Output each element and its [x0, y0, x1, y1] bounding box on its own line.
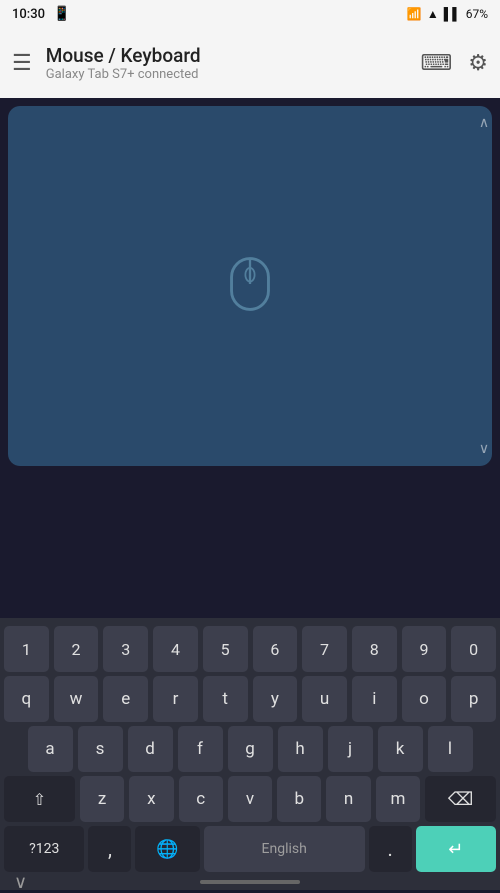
signal-icon: ▌▌: [444, 7, 461, 21]
key-8[interactable]: 8: [352, 626, 397, 672]
zxcv-row: ⇧ z x c v b n m ⌫: [0, 776, 500, 822]
settings-icon[interactable]: ⚙: [468, 51, 488, 76]
key-4[interactable]: 4: [153, 626, 198, 672]
delete-key[interactable]: ⌫: [425, 776, 496, 822]
bluetooth-icon: 📶: [407, 7, 422, 21]
key-5[interactable]: 5: [203, 626, 248, 672]
space-key[interactable]: English: [204, 826, 365, 872]
menu-icon[interactable]: ☰: [12, 51, 32, 76]
key-c[interactable]: c: [179, 776, 223, 822]
mouse-cursor-icon: [225, 254, 275, 318]
key-t[interactable]: t: [203, 676, 248, 722]
qwerty-row: q w e r t y u i o p: [0, 676, 500, 722]
key-x[interactable]: x: [129, 776, 173, 822]
sym-key[interactable]: ?123: [4, 826, 84, 872]
key-f[interactable]: f: [178, 726, 223, 772]
key-2[interactable]: 2: [54, 626, 99, 672]
key-k[interactable]: k: [378, 726, 423, 772]
enter-key[interactable]: ↵: [416, 826, 496, 872]
key-i[interactable]: i: [352, 676, 397, 722]
key-d[interactable]: d: [128, 726, 173, 772]
trackpad[interactable]: ∧ ∨: [8, 106, 492, 466]
key-s[interactable]: s: [78, 726, 123, 772]
key-n[interactable]: n: [326, 776, 370, 822]
key-6[interactable]: 6: [253, 626, 298, 672]
app-title: Mouse / Keyboard: [46, 44, 407, 67]
home-indicator: [200, 880, 300, 884]
battery-percent: 67%: [466, 7, 488, 21]
key-h[interactable]: h: [278, 726, 323, 772]
key-r[interactable]: r: [153, 676, 198, 722]
status-right: 📶 ▲ ▌▌ 67%: [407, 7, 488, 21]
app-bar-actions: ⌨ ⚙: [421, 51, 489, 76]
key-g[interactable]: g: [228, 726, 273, 772]
asdf-row: a s d f g h j k l: [0, 726, 500, 772]
keyboard-icon[interactable]: ⌨: [421, 51, 453, 76]
period-key[interactable]: .: [369, 826, 412, 872]
scroll-up-arrow: ∧: [479, 116, 489, 130]
key-l[interactable]: l: [428, 726, 473, 772]
key-o[interactable]: o: [402, 676, 447, 722]
keyboard: 1 2 3 4 5 6 7 8 9 0 q w e r t y u i o p …: [0, 618, 500, 890]
key-p[interactable]: p: [451, 676, 496, 722]
key-u[interactable]: u: [302, 676, 347, 722]
globe-key[interactable]: 🌐: [135, 826, 199, 872]
status-bar: 10:30 📱 📶 ▲ ▌▌ 67%: [0, 0, 500, 28]
key-a[interactable]: a: [28, 726, 73, 772]
key-1[interactable]: 1: [4, 626, 49, 672]
bottom-bar: ∨: [0, 876, 500, 890]
shift-key[interactable]: ⇧: [4, 776, 75, 822]
key-e[interactable]: e: [103, 676, 148, 722]
key-m[interactable]: m: [376, 776, 420, 822]
key-9[interactable]: 9: [402, 626, 447, 672]
trackpad-scrollbar: ∧ ∨: [482, 116, 486, 456]
status-time: 10:30: [12, 7, 45, 22]
key-j[interactable]: j: [328, 726, 373, 772]
chevron-down-icon[interactable]: ∨: [14, 872, 27, 893]
key-q[interactable]: q: [4, 676, 49, 722]
key-z[interactable]: z: [80, 776, 124, 822]
comma-key[interactable]: ,: [88, 826, 131, 872]
number-row: 1 2 3 4 5 6 7 8 9 0: [0, 626, 500, 672]
key-7[interactable]: 7: [302, 626, 347, 672]
key-w[interactable]: w: [54, 676, 99, 722]
key-b[interactable]: b: [277, 776, 321, 822]
wifi-icon: ▲: [427, 7, 439, 21]
app-bar-titles: Mouse / Keyboard Galaxy Tab S7+ connecte…: [46, 44, 407, 82]
app-bar: ☰ Mouse / Keyboard Galaxy Tab S7+ connec…: [0, 28, 500, 98]
key-3[interactable]: 3: [103, 626, 148, 672]
key-v[interactable]: v: [228, 776, 272, 822]
status-left: 10:30 📱: [12, 6, 70, 22]
bottom-row: ?123 , 🌐 English . ↵: [0, 826, 500, 872]
scroll-down-arrow: ∨: [479, 442, 489, 456]
phone-icon: 📱: [53, 6, 70, 22]
key-0[interactable]: 0: [451, 626, 496, 672]
key-y[interactable]: y: [253, 676, 298, 722]
app-subtitle: Galaxy Tab S7+ connected: [46, 67, 407, 82]
